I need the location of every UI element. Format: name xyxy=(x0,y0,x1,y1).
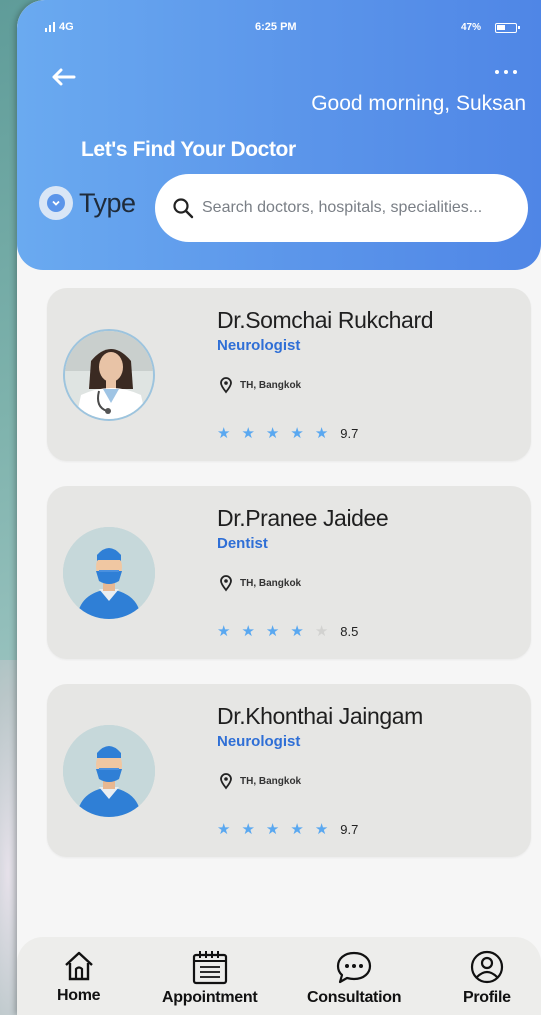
battery-percent: 47% xyxy=(461,22,482,33)
rating-value: 9.7 xyxy=(340,822,359,837)
location-pin-icon xyxy=(220,773,232,790)
star-icon: ★ xyxy=(217,821,231,838)
clock: 6:25 PM xyxy=(255,21,297,33)
doctor-location: TH, Bangkok xyxy=(217,772,301,790)
doctor-name: Dr.Pranee Jaidee xyxy=(217,505,389,531)
doctor-avatar xyxy=(63,329,155,421)
chat-icon xyxy=(336,951,372,984)
user-icon xyxy=(470,950,503,984)
rating-value: 9.7 xyxy=(340,426,359,441)
doctor-name: Dr.Khonthai Jaingam xyxy=(217,703,423,729)
search-input[interactable] xyxy=(202,199,512,217)
battery-icon xyxy=(495,23,520,33)
bottom-nav: Home Appointment Consultation Profile xyxy=(17,937,541,1015)
star-icon: ★ xyxy=(290,821,304,838)
page-subtitle: Let's Find Your Doctor xyxy=(81,138,296,161)
star-icon: ★ xyxy=(290,623,304,640)
star-icon: ★ xyxy=(314,425,329,442)
network-type: 4G xyxy=(59,21,74,33)
phone-screen: 4G 6:25 PM 47% Good morning, Suksan Let'… xyxy=(17,0,541,1015)
doctor-rating: ★ ★ ★ ★ ★ 8.5 xyxy=(217,624,358,639)
doctor-rating: ★ ★ ★ ★ ★ 9.7 xyxy=(217,822,358,837)
doctor-specialty: Neurologist xyxy=(217,337,301,354)
type-filter-label: Type xyxy=(79,187,136,218)
rating-value: 8.5 xyxy=(340,624,359,639)
type-filter-button[interactable]: Type xyxy=(39,186,136,220)
more-options-icon[interactable] xyxy=(495,70,517,74)
doctor-specialty: Dentist xyxy=(217,535,268,552)
doctor-avatar xyxy=(63,527,155,619)
location-text: TH, Bangkok xyxy=(240,577,302,589)
header: 4G 6:25 PM 47% Good morning, Suksan Let'… xyxy=(17,0,541,270)
star-icon: ★ xyxy=(241,425,255,442)
doctor-avatar xyxy=(63,725,155,817)
location-pin-icon xyxy=(220,575,232,592)
chevron-down-icon xyxy=(39,186,73,220)
nav-home[interactable]: Home xyxy=(57,949,101,1005)
star-icon: ★ xyxy=(217,623,231,640)
star-icon: ★ xyxy=(290,425,304,442)
nav-appointment[interactable]: Appointment xyxy=(162,949,258,1007)
calendar-icon xyxy=(192,951,227,985)
nav-label: Profile xyxy=(463,989,511,1006)
doctor-name: Dr.Somchai Rukchard xyxy=(217,307,434,333)
search-bar[interactable] xyxy=(155,174,528,242)
status-bar: 4G 6:25 PM 47% xyxy=(17,0,541,40)
nav-label: Consultation xyxy=(307,989,402,1006)
star-icon: ★ xyxy=(241,821,255,838)
star-icon: ★ xyxy=(217,425,231,442)
signal-icon xyxy=(45,22,55,32)
location-text: TH, Bangkok xyxy=(240,775,302,787)
star-icon: ★ xyxy=(314,623,329,640)
location-pin-icon xyxy=(220,377,232,394)
nav-consultation[interactable]: Consultation xyxy=(307,949,401,1007)
doctor-location: TH, Bangkok xyxy=(217,376,301,394)
doctor-specialty: Neurologist xyxy=(217,733,301,750)
star-icon: ★ xyxy=(265,425,280,442)
search-icon xyxy=(173,198,194,219)
nav-label: Appointment xyxy=(162,989,258,1006)
doctor-rating: ★ ★ ★ ★ ★ 9.7 xyxy=(217,426,358,441)
greeting-text: Good morning, Suksan xyxy=(311,92,526,115)
doctor-location: TH, Bangkok xyxy=(217,574,301,592)
doctor-card[interactable]: Dr.Pranee Jaidee Dentist TH, Bangkok ★ ★… xyxy=(47,486,531,659)
nav-profile[interactable]: Profile xyxy=(463,949,511,1007)
location-text: TH, Bangkok xyxy=(240,379,302,391)
back-arrow-icon[interactable] xyxy=(46,60,80,94)
doctor-card[interactable]: Dr.Khonthai Jaingam Neurologist TH, Bang… xyxy=(47,684,531,857)
nav-label: Home xyxy=(57,987,101,1004)
star-icon: ★ xyxy=(265,821,280,838)
star-icon: ★ xyxy=(265,623,280,640)
home-icon xyxy=(64,951,93,981)
doctor-card[interactable]: Dr.Somchai Rukchard Neurologist TH, Bang… xyxy=(47,288,531,461)
star-icon: ★ xyxy=(314,821,329,838)
star-icon: ★ xyxy=(241,623,255,640)
